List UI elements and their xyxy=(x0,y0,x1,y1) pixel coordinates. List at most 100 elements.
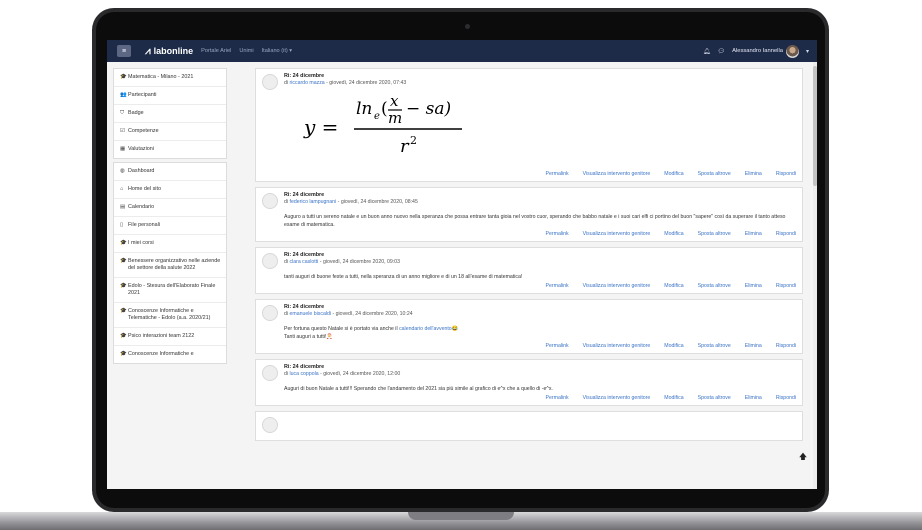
post-date: - giovedì, 24 dicembre 2020, 08:45 xyxy=(336,199,418,205)
sidebar-item-label: Home del sito xyxy=(128,186,161,192)
sidebar-item-label: Badge xyxy=(128,110,144,116)
post-actions: Permalink Visualizza intervento genitore… xyxy=(284,395,796,401)
post-avatar[interactable] xyxy=(262,305,278,321)
sidebar-item-label: File personali xyxy=(128,222,161,228)
view-parent-link[interactable]: Visualizza intervento genitore xyxy=(583,343,651,349)
formula-e: e xyxy=(374,111,380,122)
post-author-link[interactable]: luca coppola xyxy=(290,371,319,377)
post-by: di xyxy=(284,259,289,265)
reply-link[interactable]: Rispondi xyxy=(776,343,796,349)
move-link[interactable]: Sposta altrove xyxy=(698,231,731,237)
post-avatar[interactable] xyxy=(262,74,278,90)
sidebar-item-label: Calendario xyxy=(128,204,155,210)
user-menu-caret-icon[interactable]: ▾ xyxy=(806,48,809,55)
avatar[interactable] xyxy=(785,44,799,58)
delete-link[interactable]: Elimina xyxy=(745,231,762,237)
sidebar-item-label: I miei corsi xyxy=(128,240,154,246)
view-parent-link[interactable]: Visualizza intervento genitore xyxy=(583,395,651,401)
move-link[interactable]: Sposta altrove xyxy=(698,395,731,401)
bell-icon[interactable]: 🔔︎ xyxy=(703,48,711,55)
permalink-link[interactable]: Permalink xyxy=(546,395,569,401)
brand-logo-icon: ⩘ xyxy=(145,45,151,57)
messages-icon[interactable]: 💬︎ xyxy=(717,48,725,55)
delete-link[interactable]: Elimina xyxy=(745,343,762,349)
reply-link[interactable]: Rispondi xyxy=(776,283,796,289)
sidebar-item[interactable]: 🎓 Edolo - Stesura dell'Elaborato Finale 2… xyxy=(114,278,226,303)
sidebar-item[interactable]: ▤ Calendario xyxy=(114,199,226,217)
graduation-cap-icon: 🎓 xyxy=(120,283,127,289)
sidebar-item[interactable]: ⌂ Home del sito xyxy=(114,181,226,199)
post-avatar[interactable] xyxy=(262,253,278,269)
sidebar-item[interactable]: ◍ Dashboard xyxy=(114,163,226,181)
math-formula: y = ln e ( x m − sa) r 2 xyxy=(303,92,462,157)
post-avatar[interactable] xyxy=(262,417,278,433)
formula-ln: ln xyxy=(356,99,372,119)
delete-link[interactable]: Elimina xyxy=(745,395,762,401)
sidebar-item[interactable]: 🎓 Conoscenze Informatiche e xyxy=(114,346,226,363)
delete-link[interactable]: Elimina xyxy=(745,283,762,289)
edit-link[interactable]: Modifica xyxy=(664,395,683,401)
sidebar-item[interactable]: 🎓 Conoscenze Informatiche e Telematiche -… xyxy=(114,303,226,328)
sidebar-item[interactable]: 🎓 Psico interazioni team 2122 xyxy=(114,328,226,346)
post-author-link[interactable]: riccardo mazza xyxy=(290,80,325,86)
post-avatar[interactable] xyxy=(262,365,278,381)
view-parent-link[interactable]: Visualizza intervento genitore xyxy=(583,283,651,289)
reply-link[interactable]: Rispondi xyxy=(776,231,796,237)
hamburger-menu-button[interactable]: ≡ xyxy=(117,45,131,57)
reply-link[interactable]: Rispondi xyxy=(776,395,796,401)
brand[interactable]: ⩘ labonline xyxy=(145,46,193,57)
post-date: - giovedì, 24 dicembre 2020, 09:03 xyxy=(318,259,400,265)
delete-link[interactable]: Elimina xyxy=(745,171,762,177)
post-author-link[interactable]: emanuele biscaldi xyxy=(290,311,332,317)
post-actions: Permalink Visualizza intervento genitore… xyxy=(284,343,796,349)
scrollbar-thumb[interactable] xyxy=(813,66,817,186)
brand-name: labonline xyxy=(153,46,194,56)
table-icon: ▦ xyxy=(120,146,126,152)
move-link[interactable]: Sposta altrove xyxy=(698,171,731,177)
view-parent-link[interactable]: Visualizza intervento genitore xyxy=(583,171,651,177)
nav-link-portale-ariel[interactable]: Portale Ariel xyxy=(201,48,231,54)
user-name[interactable]: Alessandro Iannella xyxy=(732,48,783,54)
user-area: 🔔︎ 💬︎ Alessandro Iannella ▾ xyxy=(696,44,809,58)
move-link[interactable]: Sposta altrove xyxy=(698,343,731,349)
post-author-link[interactable]: federico lampugnani xyxy=(290,199,337,205)
sidebar-item[interactable]: 🎓 Benessere organizzativo nelle aziende d… xyxy=(114,253,226,278)
view-parent-link[interactable]: Visualizza intervento genitore xyxy=(583,231,651,237)
permalink-link[interactable]: Permalink xyxy=(546,231,569,237)
edit-link[interactable]: Modifica xyxy=(664,231,683,237)
nav-link-unimi[interactable]: Unimi xyxy=(239,48,253,54)
post-meta: di luca coppola - giovedì, 24 dicembre 2… xyxy=(284,371,796,377)
post-author-link[interactable]: clara caslotti xyxy=(290,259,319,265)
permalink-link[interactable]: Permalink xyxy=(546,171,569,177)
sidebar-item-label: Dashboard xyxy=(128,168,155,174)
sidebar-site-group: ◍ Dashboard ⌂ Home del sito ▤ Calendario ▯ File… xyxy=(113,162,227,364)
calendar-link[interactable]: calendario dell'avvento xyxy=(399,326,452,332)
navbar: ≡ ⩘ labonline Portale Ariel Unimi Italia… xyxy=(107,40,817,62)
sidebar-item[interactable]: ▦ Valutazioni xyxy=(114,141,226,158)
language-menu[interactable]: Italiano (it) ▾ xyxy=(262,48,292,54)
post-avatar[interactable] xyxy=(262,193,278,209)
scroll-to-top-button[interactable]: 🡅 xyxy=(797,451,809,463)
check-square-icon: ☑ xyxy=(120,128,125,134)
sidebar-item[interactable]: ⛉ Badge xyxy=(114,105,226,123)
reply-link[interactable]: Rispondi xyxy=(776,171,796,177)
graduation-cap-icon: 🎓 xyxy=(120,333,127,339)
edit-link[interactable]: Modifica xyxy=(664,171,683,177)
move-link[interactable]: Sposta altrove xyxy=(698,283,731,289)
camera-icon xyxy=(465,24,470,29)
sidebar-item[interactable]: 🎓 Matematica - Milano - 2021 xyxy=(114,69,226,87)
sidebar-item[interactable]: 🎓 I miei corsi xyxy=(114,235,226,253)
edit-link[interactable]: Modifica xyxy=(664,343,683,349)
forum-post: Ri: 24 dicembre di federico lampugnani -… xyxy=(255,187,803,242)
sidebar-item[interactable]: 👥 Partecipanti xyxy=(114,87,226,105)
edit-link[interactable]: Modifica xyxy=(664,283,683,289)
post-subject: Ri: 24 dicembre xyxy=(284,364,325,370)
permalink-link[interactable]: Permalink xyxy=(546,343,569,349)
scrollbar[interactable] xyxy=(813,62,817,489)
sidebar-item[interactable]: ▯ File personali xyxy=(114,217,226,235)
sidebar-item[interactable]: ☑ Competenze xyxy=(114,123,226,141)
forum-post: Ri: 24 dicembre di emanuele biscaldi - g… xyxy=(255,299,803,354)
permalink-link[interactable]: Permalink xyxy=(546,283,569,289)
formula-r: r xyxy=(400,136,410,157)
sidebar-course-group: 🎓 Matematica - Milano - 2021 👥 Partecipanti… xyxy=(113,68,227,159)
